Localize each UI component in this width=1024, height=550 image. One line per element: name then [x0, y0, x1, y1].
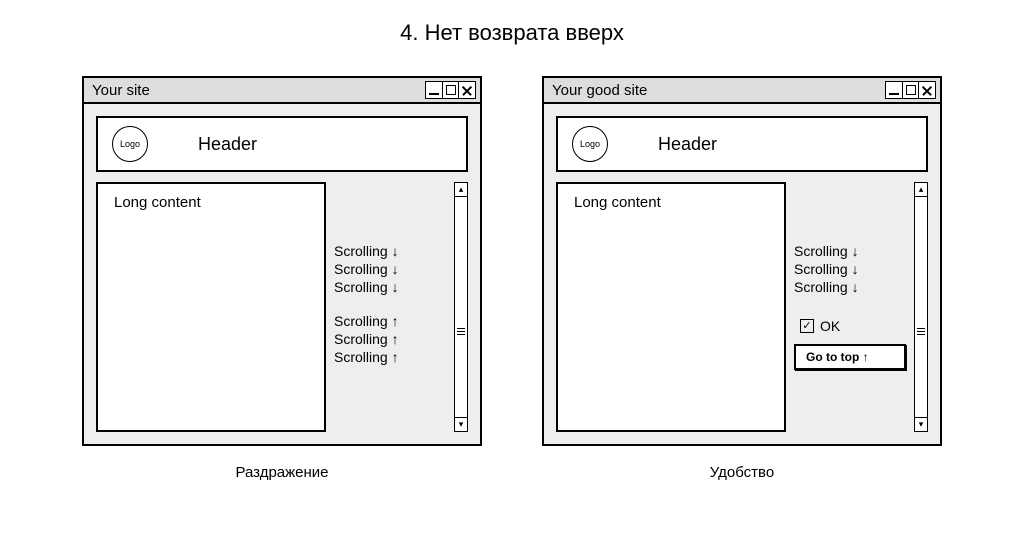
side-col-left: Scrolling ↓ Scrolling ↓ Scrolling ↓ Scro… — [334, 182, 446, 432]
scroll-down-icon[interactable]: ▾ — [915, 417, 927, 431]
ok-row: ✓ OK — [800, 318, 906, 334]
scroll-down-icon[interactable]: ▾ — [455, 417, 467, 431]
minimize-icon[interactable] — [885, 81, 903, 99]
scroll-up-label: Scrolling ↑ — [334, 331, 446, 347]
window-title-right: Your good site — [548, 82, 647, 99]
caption-left: Раздражение — [235, 464, 328, 481]
scrollbar-left[interactable]: ▴ ▾ — [454, 182, 468, 432]
scrollbar-right[interactable]: ▴ ▾ — [914, 182, 928, 432]
close-icon[interactable] — [458, 81, 476, 99]
content-box-left: Long content — [96, 182, 326, 432]
window-body-left: Logo Header Long content Scrolling ↓ Scr… — [84, 104, 480, 444]
window-left: Your site Logo Header Long content Scrol… — [82, 76, 482, 446]
minimize-icon[interactable] — [425, 81, 443, 99]
content-box-right: Long content — [556, 182, 786, 432]
window-body-right: Logo Header Long content Scrolling ↓ Scr… — [544, 104, 940, 444]
header-text-right: Header — [638, 134, 912, 155]
titlebar-right: Your good site — [544, 78, 940, 104]
ok-label: OK — [820, 318, 840, 334]
scroll-down-label: Scrolling ↓ — [334, 261, 446, 277]
scroll-up-label: Scrolling ↑ — [334, 313, 446, 329]
header-text-left: Header — [178, 134, 452, 155]
scroll-up-icon[interactable]: ▴ — [915, 183, 927, 197]
scroll-down-label: Scrolling ↓ — [334, 279, 446, 295]
scroll-down-label: Scrolling ↓ — [794, 261, 906, 277]
scroll-down-label: Scrolling ↓ — [794, 279, 906, 295]
titlebar-buttons-right — [887, 81, 937, 99]
header-box-left: Logo Header — [96, 116, 468, 172]
header-box-right: Logo Header — [556, 116, 928, 172]
titlebar-left: Your site — [84, 78, 480, 104]
scroll-down-label: Scrolling ↓ — [334, 243, 446, 259]
scrollbar-track[interactable] — [915, 197, 927, 417]
scroll-down-label: Scrolling ↓ — [794, 243, 906, 259]
scrollbar-track[interactable] — [455, 197, 467, 417]
scrollbar-thumb[interactable] — [455, 318, 467, 344]
window-right: Your good site Logo Header Long content … — [542, 76, 942, 446]
logo-icon: Logo — [572, 126, 608, 162]
checkbox-icon[interactable]: ✓ — [800, 319, 814, 333]
page-title: 4. Нет возврата вверх — [40, 20, 984, 46]
scroll-up-icon[interactable]: ▴ — [455, 183, 467, 197]
window-title-left: Your site — [88, 82, 150, 99]
titlebar-buttons-left — [427, 81, 477, 99]
content-row-right: Long content Scrolling ↓ Scrolling ↓ Scr… — [556, 182, 928, 432]
side-col-right: Scrolling ↓ Scrolling ↓ Scrolling ↓ ✓ OK… — [794, 182, 906, 432]
scrollbar-thumb[interactable] — [915, 318, 927, 344]
panel-right: Your good site Logo Header Long content … — [542, 76, 942, 481]
panels: Your site Logo Header Long content Scrol… — [40, 76, 984, 481]
maximize-icon[interactable] — [442, 81, 460, 99]
maximize-icon[interactable] — [902, 81, 920, 99]
caption-right: Удобство — [710, 464, 774, 481]
scroll-up-label: Scrolling ↑ — [334, 349, 446, 365]
go-to-top-button[interactable]: Go to top ↑ — [794, 344, 906, 370]
panel-left: Your site Logo Header Long content Scrol… — [82, 76, 482, 481]
content-row-left: Long content Scrolling ↓ Scrolling ↓ Scr… — [96, 182, 468, 432]
logo-icon: Logo — [112, 126, 148, 162]
close-icon[interactable] — [918, 81, 936, 99]
